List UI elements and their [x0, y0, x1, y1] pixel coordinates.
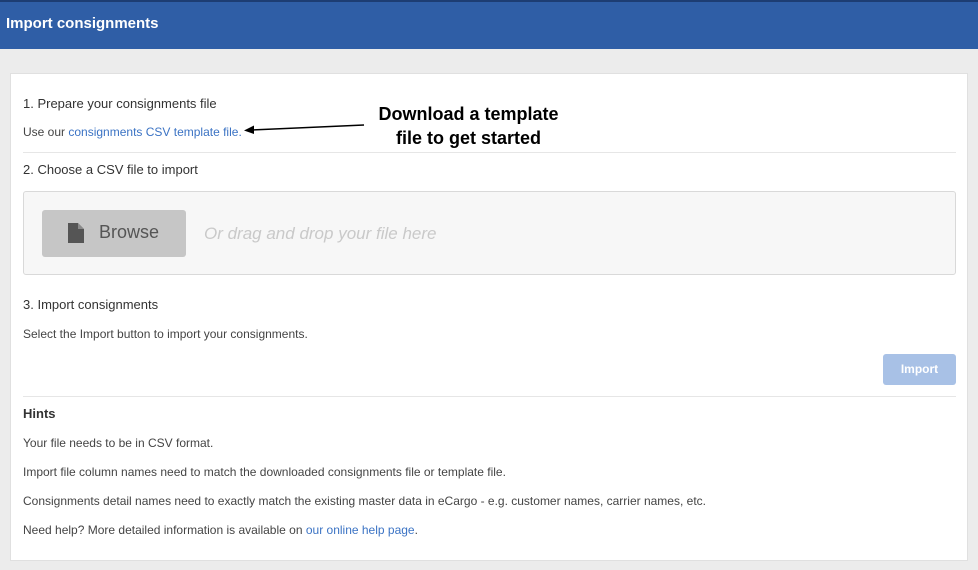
template-file-link[interactable]: consignments CSV template file. — [68, 125, 241, 139]
page-title: Import consignments — [6, 15, 159, 32]
hint-item: Consignments detail names need to exactl… — [23, 494, 706, 508]
file-icon — [68, 223, 84, 243]
import-button[interactable]: Import — [883, 354, 956, 385]
hints-title: Hints — [23, 406, 56, 421]
help-page-link[interactable]: our online help page — [306, 523, 415, 537]
page-header: Import consignments — [0, 0, 978, 49]
step2-title: 2. Choose a CSV file to import — [23, 162, 198, 177]
drop-hint: Or drag and drop your file here — [204, 224, 437, 243]
divider — [23, 152, 956, 153]
step1-prefix: Use our — [23, 125, 69, 139]
step1-title: 1. Prepare your consignments file — [23, 96, 217, 111]
step3-title: 3. Import consignments — [23, 297, 159, 312]
step3-description: Select the Import button to import your … — [23, 327, 308, 341]
help-suffix: . — [414, 523, 418, 537]
hint-item: Import file column names need to match t… — [23, 465, 506, 479]
import-card: 1. Prepare your consignments file Use ou… — [10, 73, 968, 561]
callout-line-2: file to get started — [395, 128, 542, 148]
help-prefix: Need help? More detailed information is … — [23, 523, 306, 537]
file-dropzone[interactable]: Browse Or drag and drop your file here — [23, 191, 956, 275]
help-text: Need help? More detailed information is … — [23, 523, 418, 537]
browse-button[interactable]: Browse — [42, 210, 186, 257]
step1-text: Use our consignments CSV template file. — [23, 125, 242, 139]
hint-item: Your file needs to be in CSV format. — [23, 436, 214, 450]
callout-arrow-icon — [244, 124, 365, 134]
callout-annotation: Download a template file to get started — [361, 102, 576, 150]
callout-line-1: Download a template — [378, 104, 559, 124]
browse-label: Browse — [99, 222, 160, 242]
divider — [23, 396, 956, 397]
